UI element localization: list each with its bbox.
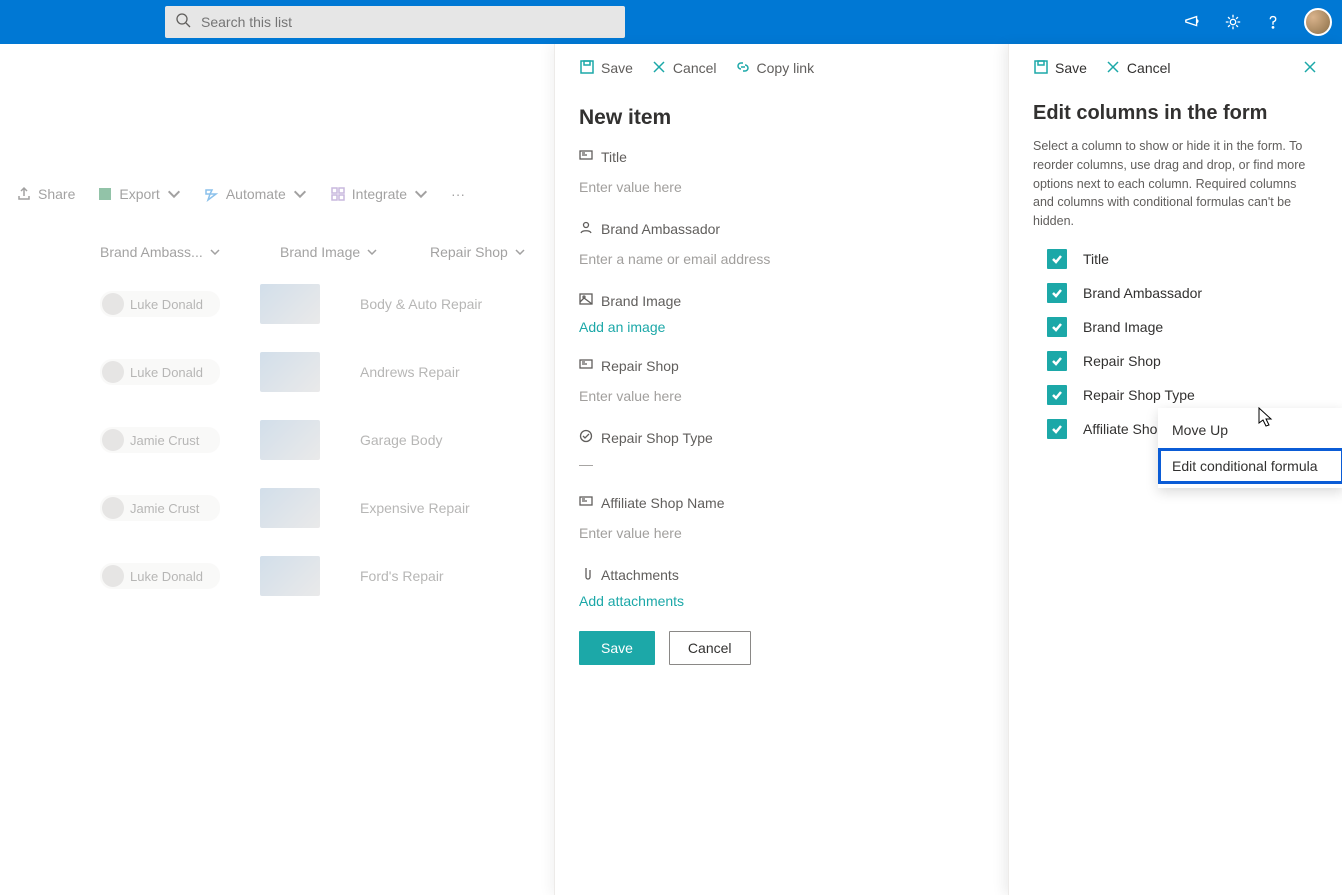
- choice-icon: [579, 429, 593, 446]
- field-label-affiliate: Affiliate Shop Name: [601, 495, 724, 511]
- brand-image-thumb: [260, 556, 320, 596]
- persona-name: Luke Donald: [130, 365, 203, 380]
- field-label-type: Repair Shop Type: [601, 430, 713, 446]
- persona-pill: Luke Donald: [100, 291, 220, 317]
- avatar-icon: [102, 293, 124, 315]
- field-label-attach: Attachments: [601, 567, 679, 583]
- panel-title: New item: [579, 106, 984, 130]
- cancel-button[interactable]: Cancel: [669, 631, 751, 665]
- field-label-repair: Repair Shop: [601, 358, 679, 374]
- checkbox-checked[interactable]: [1047, 351, 1067, 371]
- avatar-icon: [102, 429, 124, 451]
- ec-title: Edit columns in the form: [1033, 102, 1318, 125]
- repair-shop-cell: Body & Auto Repair: [360, 296, 500, 312]
- user-avatar[interactable]: [1304, 8, 1332, 36]
- checkbox-checked[interactable]: [1047, 419, 1067, 439]
- repair-shop-cell: Ford's Repair: [360, 568, 500, 584]
- link-icon: [735, 59, 751, 78]
- column-toggle-item[interactable]: Repair Shop Type: [1047, 385, 1318, 405]
- settings-icon[interactable]: [1224, 13, 1242, 31]
- column-name-label: Brand Ambassador: [1083, 285, 1202, 301]
- repair-shop-cell: Expensive Repair: [360, 500, 500, 516]
- attachment-icon: [579, 566, 593, 583]
- export-button[interactable]: Export: [91, 182, 187, 206]
- close-icon: [651, 59, 667, 78]
- search-icon: [175, 12, 191, 33]
- field-label-title: Title: [601, 149, 627, 165]
- column-name-label: Brand Image: [1083, 319, 1163, 335]
- column-header-ambassador[interactable]: Brand Ambass...: [100, 244, 240, 260]
- column-header-image[interactable]: Brand Image: [280, 244, 390, 260]
- field-label-ambassador: Brand Ambassador: [601, 221, 720, 237]
- repair-shop-cell: Garage Body: [360, 432, 500, 448]
- column-header-repair[interactable]: Repair Shop: [430, 244, 570, 260]
- persona-pill: Jamie Crust: [100, 427, 220, 453]
- text-icon: [579, 494, 593, 511]
- persona-pill: Jamie Crust: [100, 495, 220, 521]
- persona-pill: Luke Donald: [100, 359, 220, 385]
- repair-shop-cell: Andrews Repair: [360, 364, 500, 380]
- persona-name: Luke Donald: [130, 569, 203, 584]
- column-toggle-item[interactable]: Title: [1047, 249, 1318, 269]
- column-context-menu: Move Up Edit conditional formula: [1158, 408, 1342, 488]
- column-name-label: Title: [1083, 251, 1109, 267]
- save-icon: [1033, 59, 1049, 78]
- ctx-edit-formula[interactable]: Edit conditional formula: [1158, 448, 1342, 484]
- column-name-label: Repair Shop Type: [1083, 387, 1195, 403]
- brand-image-thumb: [260, 420, 320, 460]
- avatar-icon: [102, 361, 124, 383]
- save-button[interactable]: Save: [579, 631, 655, 665]
- column-toggle-item[interactable]: Brand Ambassador: [1047, 283, 1318, 303]
- title-input[interactable]: [579, 175, 984, 200]
- text-icon: [579, 148, 593, 165]
- new-item-panel: Save Cancel Copy link New item Title Bra…: [554, 44, 1008, 895]
- affiliate-input[interactable]: [579, 521, 984, 546]
- add-attachments-link[interactable]: Add attachments: [579, 593, 684, 609]
- text-icon: [579, 357, 593, 374]
- help-icon[interactable]: [1264, 13, 1282, 31]
- ctx-move-up[interactable]: Move Up: [1158, 412, 1342, 448]
- search-input[interactable]: [201, 14, 615, 30]
- type-value[interactable]: —: [579, 456, 593, 472]
- persona-pill: Luke Donald: [100, 563, 220, 589]
- suite-bar: [0, 0, 1342, 44]
- add-image-link[interactable]: Add an image: [579, 319, 665, 335]
- save-icon: [579, 59, 595, 78]
- automate-button[interactable]: Automate: [198, 182, 314, 206]
- search-box[interactable]: [165, 6, 625, 38]
- ec-cancel-button[interactable]: Cancel: [1105, 59, 1171, 78]
- ec-description: Select a column to show or hide it in th…: [1033, 137, 1318, 231]
- persona-name: Jamie Crust: [130, 433, 199, 448]
- checkbox-checked[interactable]: [1047, 249, 1067, 269]
- column-toggle-item[interactable]: Repair Shop: [1047, 351, 1318, 371]
- avatar-icon: [102, 497, 124, 519]
- persona-name: Jamie Crust: [130, 501, 199, 516]
- column-toggle-item[interactable]: Brand Image: [1047, 317, 1318, 337]
- share-button[interactable]: Share: [10, 182, 81, 206]
- ec-close-button[interactable]: [1302, 59, 1318, 78]
- person-icon: [579, 220, 593, 237]
- panel-cancel-button[interactable]: Cancel: [651, 59, 717, 78]
- megaphone-icon[interactable]: [1184, 13, 1202, 31]
- image-icon: [579, 292, 593, 309]
- field-label-image: Brand Image: [601, 293, 681, 309]
- repair-input[interactable]: [579, 384, 984, 409]
- copy-link-button[interactable]: Copy link: [735, 59, 815, 78]
- brand-image-thumb: [260, 352, 320, 392]
- edit-columns-panel: Save Cancel Edit columns in the form Sel…: [1008, 44, 1342, 895]
- checkbox-checked[interactable]: [1047, 385, 1067, 405]
- ambassador-input[interactable]: [579, 247, 984, 272]
- more-button[interactable]: ···: [445, 182, 471, 206]
- checkbox-checked[interactable]: [1047, 317, 1067, 337]
- integrate-button[interactable]: Integrate: [324, 182, 435, 206]
- close-icon: [1105, 59, 1121, 78]
- column-name-label: Repair Shop: [1083, 353, 1161, 369]
- checkbox-checked[interactable]: [1047, 283, 1067, 303]
- persona-name: Luke Donald: [130, 297, 203, 312]
- panel-save-button[interactable]: Save: [579, 59, 633, 78]
- ec-save-button[interactable]: Save: [1033, 59, 1087, 78]
- avatar-icon: [102, 565, 124, 587]
- brand-image-thumb: [260, 284, 320, 324]
- brand-image-thumb: [260, 488, 320, 528]
